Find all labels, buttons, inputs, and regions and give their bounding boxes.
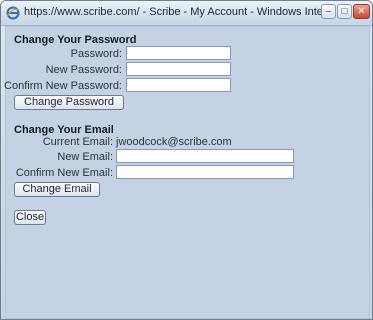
change-email-button[interactable]: Change Email [14, 182, 100, 197]
change-password-button[interactable]: Change Password [14, 95, 124, 110]
internet-explorer-icon [6, 6, 20, 20]
minimize-button[interactable]: – [321, 4, 336, 19]
current-password-field[interactable] [126, 46, 231, 60]
new-email-field[interactable] [116, 149, 294, 163]
close-icon: ✕ [357, 6, 366, 17]
current-email-label: Current Email: [42, 136, 113, 148]
confirm-password-label: Confirm New Password: [4, 80, 122, 92]
new-email-label: New Email: [57, 151, 113, 163]
current-email-value: jwoodcock@scribe.com [116, 136, 232, 148]
browser-popup-window: https://www.scribe.com/ - Scribe - My Ac… [0, 0, 373, 320]
account-content-panel: Change Your Password Password: New Passw… [4, 26, 370, 319]
password-label: Password: [70, 48, 122, 60]
minimize-icon: – [325, 6, 332, 17]
maximize-icon: □ [341, 6, 348, 17]
confirm-email-field[interactable] [116, 165, 294, 179]
change-email-heading: Change Your Email [14, 124, 114, 136]
window-title: https://www.scribe.com/ - Scribe - My Ac… [24, 6, 324, 18]
new-password-field[interactable] [126, 62, 231, 76]
confirm-email-label: Confirm New Email: [15, 167, 113, 179]
close-window-button[interactable]: ✕ [353, 4, 370, 19]
maximize-button[interactable]: □ [337, 4, 352, 19]
confirm-password-field[interactable] [126, 78, 231, 92]
title-bar[interactable]: https://www.scribe.com/ - Scribe - My Ac… [1, 1, 372, 26]
new-password-label: New Password: [45, 64, 122, 76]
close-button[interactable]: Close [14, 210, 46, 225]
change-password-heading: Change Your Password [14, 34, 137, 46]
